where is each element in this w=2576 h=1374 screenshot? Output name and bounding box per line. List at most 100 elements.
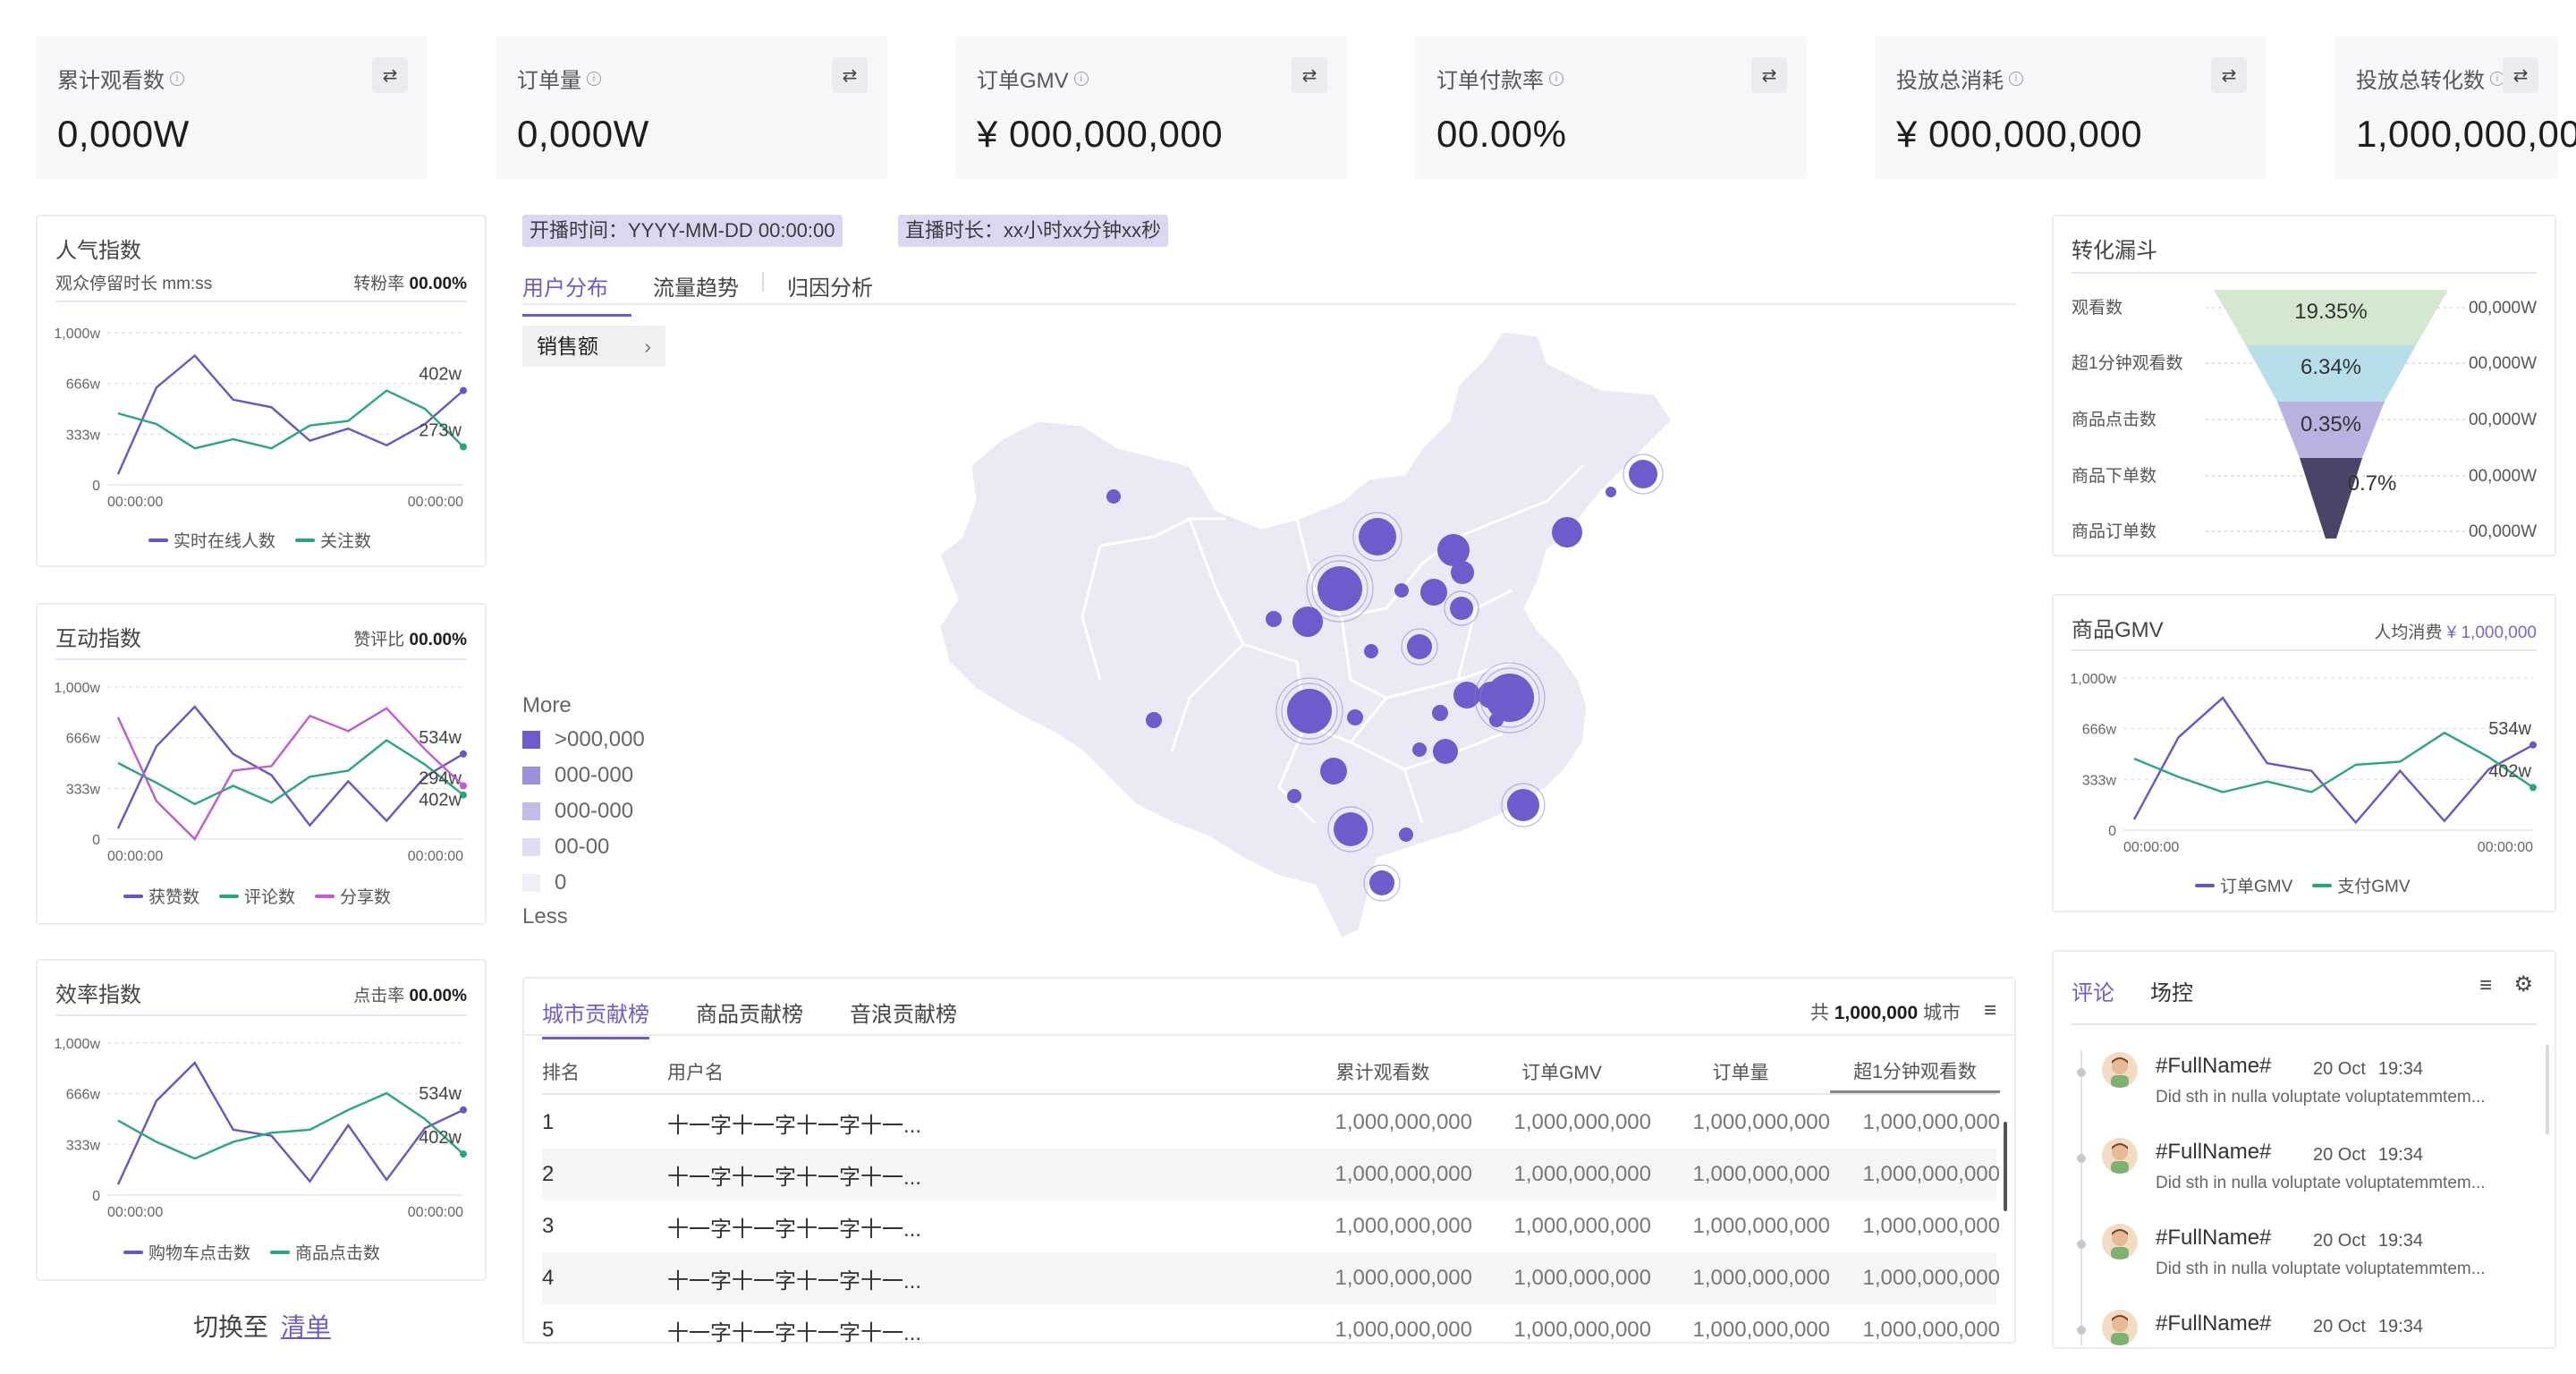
avatar[interactable] bbox=[2102, 1138, 2138, 1174]
city-bubble[interactable] bbox=[1266, 611, 1282, 627]
city-bubble[interactable] bbox=[1507, 789, 1539, 821]
comment-author[interactable]: #FullName# bbox=[2156, 1311, 2271, 1336]
city-bubble[interactable] bbox=[1287, 789, 1301, 803]
city-bubble[interactable] bbox=[1433, 739, 1458, 764]
swap-icon[interactable]: ⇄ bbox=[1292, 57, 1327, 93]
city-bubble[interactable] bbox=[1407, 634, 1432, 659]
city-bubble[interactable] bbox=[1318, 566, 1362, 611]
info-icon[interactable]: i bbox=[1549, 71, 1563, 86]
city-bubble[interactable] bbox=[1334, 812, 1368, 846]
tab-room-control[interactable]: 场控 bbox=[2150, 975, 2193, 1006]
swap-icon[interactable]: ⇄ bbox=[2503, 57, 2538, 93]
comment-item[interactable]: #FullName# 20 Oct 19:34 bbox=[2054, 1299, 2555, 1374]
city-bubble[interactable] bbox=[1606, 487, 1616, 497]
comment-author[interactable]: #FullName# bbox=[2156, 1140, 2271, 1165]
legend-item[interactable]: 支付GMV bbox=[2312, 873, 2411, 897]
city-bubble[interactable] bbox=[1412, 742, 1427, 757]
city-bubble[interactable] bbox=[1432, 705, 1448, 721]
table-scrollbar[interactable] bbox=[2004, 1122, 2007, 1211]
tab-city-rank[interactable]: 城市贡献榜 bbox=[542, 997, 649, 1039]
table-row[interactable]: 2 十一字十一字十一字十一... 1,000,000,000 1,000,000,00… bbox=[542, 1149, 2000, 1200]
tab-attribution[interactable]: 归因分析 bbox=[787, 268, 896, 317]
avatar[interactable] bbox=[2102, 1052, 2138, 1088]
tab-user-distribution[interactable]: 用户分布 bbox=[522, 268, 631, 317]
city-bubble[interactable] bbox=[1146, 712, 1162, 728]
column-header[interactable]: 订单GMV bbox=[1472, 1050, 1651, 1093]
legend-item[interactable]: 购物车点击数 bbox=[123, 1240, 250, 1264]
legend-item[interactable]: 商品点击数 bbox=[270, 1240, 380, 1264]
funnel-segment[interactable] bbox=[2300, 458, 2362, 539]
info-icon[interactable]: i bbox=[170, 71, 184, 86]
comment-author[interactable]: #FullName# bbox=[2156, 1226, 2271, 1251]
tab-comments[interactable]: 评论 bbox=[2072, 975, 2114, 1006]
swap-icon[interactable]: ⇄ bbox=[832, 57, 868, 93]
tab-gift-rank[interactable]: 音浪贡献榜 bbox=[850, 997, 957, 1039]
comment-item[interactable]: #FullName# 20 Oct 19:34 Did sth in nulla vo… bbox=[2054, 1213, 2555, 1299]
comment-clock: 19:34 bbox=[2377, 1317, 2423, 1336]
legend-label: 000-000 bbox=[555, 799, 634, 823]
city-bubble[interactable] bbox=[1450, 597, 1473, 620]
legend-row[interactable]: 000-000 bbox=[522, 758, 645, 793]
info-icon[interactable]: i bbox=[1073, 71, 1089, 86]
legend-item[interactable]: 获赞数 bbox=[123, 884, 199, 908]
metric-select[interactable]: 销售额 › bbox=[522, 326, 665, 367]
city-bubble[interactable] bbox=[1453, 682, 1480, 708]
legend-label: 分享数 bbox=[340, 888, 392, 907]
table-cell: 1,000,000,000 bbox=[1335, 1318, 1472, 1342]
info-icon[interactable]: i bbox=[2009, 71, 2023, 86]
legend-item[interactable]: 关注数 bbox=[295, 528, 371, 552]
column-header[interactable]: 用户名 bbox=[667, 1050, 1043, 1093]
table-row[interactable]: 3 十一字十一字十一字十一... 1,000,000,000 1,000,000,00… bbox=[542, 1200, 2000, 1252]
city-bubble[interactable] bbox=[1394, 583, 1409, 598]
tab-product-rank[interactable]: 商品贡献榜 bbox=[696, 997, 803, 1039]
table-cell: 1,000,000,000 bbox=[1513, 1162, 1651, 1186]
list-menu-icon[interactable]: ≡ bbox=[1984, 998, 1996, 1023]
city-bubble[interactable] bbox=[1287, 689, 1332, 734]
swap-icon[interactable]: ⇄ bbox=[1751, 57, 1787, 93]
legend-label: >000,000 bbox=[555, 727, 645, 751]
avatar[interactable] bbox=[2102, 1310, 2138, 1345]
column-header[interactable]: 排名 bbox=[542, 1050, 649, 1093]
column-header[interactable]: 累计观看数 bbox=[1293, 1050, 1472, 1093]
city-bubble[interactable] bbox=[1292, 606, 1323, 637]
swap-icon[interactable]: ⇄ bbox=[2211, 57, 2247, 93]
city-bubble[interactable] bbox=[1347, 709, 1363, 725]
switch-to-list-link[interactable]: 清单 bbox=[281, 1313, 331, 1341]
info-icon[interactable]: i bbox=[587, 71, 601, 86]
city-bubble[interactable] bbox=[1489, 713, 1504, 727]
legend-item[interactable]: 实时在线人数 bbox=[148, 528, 275, 552]
comment-item[interactable]: #FullName# 20 Oct 19:34 Did sth in nulla vo… bbox=[2054, 1041, 2555, 1127]
city-bubble[interactable] bbox=[1359, 518, 1396, 556]
city-bubble[interactable] bbox=[1420, 579, 1447, 606]
legend-item[interactable]: 订单GMV bbox=[2195, 873, 2292, 897]
city-bubble[interactable] bbox=[1399, 827, 1413, 842]
table-row[interactable]: 4 十一字十一字十一字十一... 1,000,000,000 1,000,000,00… bbox=[542, 1252, 2000, 1304]
gear-icon[interactable]: ⚙ bbox=[2513, 971, 2533, 997]
list-menu-icon[interactable]: ≡ bbox=[2479, 973, 2492, 998]
column-header[interactable]: 超1分钟观看数 bbox=[1830, 1050, 2000, 1093]
legend-item[interactable]: 分享数 bbox=[315, 884, 391, 908]
column-header[interactable]: 订单量 bbox=[1651, 1050, 1830, 1093]
tab-traffic-trend[interactable]: 流量趋势 bbox=[653, 268, 762, 317]
city-bubble[interactable] bbox=[1369, 870, 1394, 895]
comment-item[interactable]: #FullName# 20 Oct 19:34 Did sth in nulla vo… bbox=[2054, 1127, 2555, 1213]
legend-row[interactable]: 00-00 bbox=[522, 829, 645, 865]
legend-row[interactable]: 0 bbox=[522, 865, 645, 901]
legend-row[interactable]: >000,000 bbox=[522, 722, 645, 758]
city-bubble[interactable] bbox=[1106, 489, 1121, 504]
kpi-card: 订单量 i ⇄ 0,000W bbox=[496, 36, 887, 179]
city-bubble[interactable] bbox=[1364, 644, 1378, 658]
city-bubble[interactable] bbox=[1451, 561, 1474, 584]
table-header: 排名 用户名 累计观看数 订单GMV 订单量 超1分钟观看数 bbox=[542, 1050, 2000, 1095]
swap-icon[interactable]: ⇄ bbox=[372, 57, 408, 93]
comment-author[interactable]: #FullName# bbox=[2156, 1054, 2271, 1079]
table-row[interactable]: 5 十一字十一字十一字十一... 1,000,000,000 1,000,000,00… bbox=[542, 1304, 2000, 1356]
legend-row[interactable]: 000-000 bbox=[522, 793, 645, 829]
table-row[interactable]: 1 十一字十一字十一字十一... 1,000,000,000 1,000,000,00… bbox=[542, 1097, 2000, 1149]
city-bubble[interactable] bbox=[1320, 758, 1347, 785]
city-bubble[interactable] bbox=[1629, 460, 1657, 488]
divider bbox=[2072, 1023, 2537, 1025]
city-bubble[interactable] bbox=[1552, 517, 1582, 547]
legend-item[interactable]: 评论数 bbox=[219, 884, 295, 908]
avatar[interactable] bbox=[2102, 1224, 2138, 1260]
